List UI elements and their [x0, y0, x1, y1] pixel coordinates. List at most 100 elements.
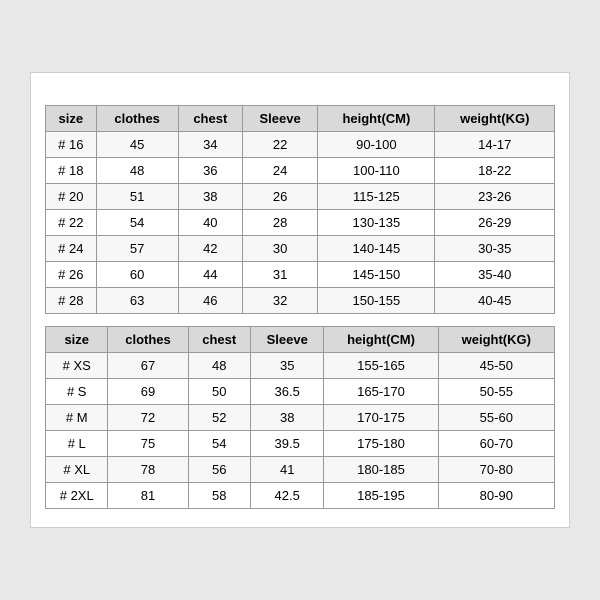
table-row: # XL785641180-18570-80: [46, 457, 555, 483]
table-cell: 54: [96, 210, 178, 236]
table1-col-header: clothes: [96, 106, 178, 132]
table-cell: 54: [188, 431, 250, 457]
table1-col-header: height(CM): [318, 106, 435, 132]
table-cell: 58: [188, 483, 250, 509]
table-cell: 55-60: [438, 405, 554, 431]
table-cell: 45-50: [438, 353, 554, 379]
table-cell: 170-175: [324, 405, 438, 431]
table-cell: 23-26: [435, 184, 555, 210]
table-cell: # 16: [46, 132, 97, 158]
table-cell: 100-110: [318, 158, 435, 184]
table2-col-header: size: [46, 327, 108, 353]
table-cell: 48: [188, 353, 250, 379]
table-cell: 48: [96, 158, 178, 184]
table-cell: 35: [250, 353, 323, 379]
table-row: # M725238170-17555-60: [46, 405, 555, 431]
table-cell: 36.5: [250, 379, 323, 405]
table1-header-row: sizeclotheschestSleeveheight(CM)weight(K…: [46, 106, 555, 132]
table-cell: 180-185: [324, 457, 438, 483]
table-cell: 32: [242, 288, 317, 314]
table-cell: 39.5: [250, 431, 323, 457]
table-cell: 41: [250, 457, 323, 483]
table-row: # 2XL815842.5185-19580-90: [46, 483, 555, 509]
table-cell: 50-55: [438, 379, 554, 405]
table2-col-header: height(CM): [324, 327, 438, 353]
table-cell: 78: [108, 457, 188, 483]
table-cell: 75: [108, 431, 188, 457]
table-row: # 28634632150-15540-45: [46, 288, 555, 314]
table-row: # 20513826115-12523-26: [46, 184, 555, 210]
table-cell: 26-29: [435, 210, 555, 236]
table-cell: 56: [188, 457, 250, 483]
table-cell: # 2XL: [46, 483, 108, 509]
table-cell: 44: [178, 262, 242, 288]
table-cell: 81: [108, 483, 188, 509]
table-cell: # 20: [46, 184, 97, 210]
table-cell: # L: [46, 431, 108, 457]
table2-col-header: weight(KG): [438, 327, 554, 353]
table-row: # 22544028130-13526-29: [46, 210, 555, 236]
table-row: # XS674835155-16545-50: [46, 353, 555, 379]
table1-body: # 1645342290-10014-17# 18483624100-11018…: [46, 132, 555, 314]
table-cell: 175-180: [324, 431, 438, 457]
table-cell: 14-17: [435, 132, 555, 158]
table-cell: 69: [108, 379, 188, 405]
table-cell: 42: [178, 236, 242, 262]
table-cell: 28: [242, 210, 317, 236]
table-cell: 24: [242, 158, 317, 184]
table-row: # L755439.5175-18060-70: [46, 431, 555, 457]
table-cell: # 28: [46, 288, 97, 314]
table-cell: 115-125: [318, 184, 435, 210]
table-cell: 34: [178, 132, 242, 158]
table2-header: sizeclotheschestSleeveheight(CM)weight(K…: [46, 327, 555, 353]
table-cell: 63: [96, 288, 178, 314]
table-cell: # 26: [46, 262, 97, 288]
table-cell: 40-45: [435, 288, 555, 314]
table2-col-header: chest: [188, 327, 250, 353]
table-cell: # 18: [46, 158, 97, 184]
table-cell: 51: [96, 184, 178, 210]
table-cell: 38: [250, 405, 323, 431]
table1-col-header: weight(KG): [435, 106, 555, 132]
table1-header: sizeclotheschestSleeveheight(CM)weight(K…: [46, 106, 555, 132]
table-cell: 45: [96, 132, 178, 158]
table-cell: 42.5: [250, 483, 323, 509]
table-cell: 30-35: [435, 236, 555, 262]
size-table-1: sizeclotheschestSleeveheight(CM)weight(K…: [45, 105, 555, 314]
table-cell: # XL: [46, 457, 108, 483]
table2-header-row: sizeclotheschestSleeveheight(CM)weight(K…: [46, 327, 555, 353]
table1-col-header: chest: [178, 106, 242, 132]
table-cell: # 22: [46, 210, 97, 236]
table2-col-header: Sleeve: [250, 327, 323, 353]
table-cell: 72: [108, 405, 188, 431]
table-cell: 145-150: [318, 262, 435, 288]
table-row: # 1645342290-10014-17: [46, 132, 555, 158]
table-cell: 50: [188, 379, 250, 405]
table-cell: 67: [108, 353, 188, 379]
table-cell: 60-70: [438, 431, 554, 457]
table-cell: 140-145: [318, 236, 435, 262]
table-cell: # S: [46, 379, 108, 405]
table-cell: 60: [96, 262, 178, 288]
table2-body: # XS674835155-16545-50# S695036.5165-170…: [46, 353, 555, 509]
table-cell: 130-135: [318, 210, 435, 236]
table-row: # 18483624100-11018-22: [46, 158, 555, 184]
table-cell: 57: [96, 236, 178, 262]
size-table-2: sizeclotheschestSleeveheight(CM)weight(K…: [45, 326, 555, 509]
table-cell: 52: [188, 405, 250, 431]
table-cell: # M: [46, 405, 108, 431]
table-cell: 22: [242, 132, 317, 158]
table-cell: 90-100: [318, 132, 435, 158]
table-cell: 35-40: [435, 262, 555, 288]
table-cell: 40: [178, 210, 242, 236]
size-chart-card: sizeclotheschestSleeveheight(CM)weight(K…: [30, 72, 570, 528]
table-cell: # XS: [46, 353, 108, 379]
table-cell: 155-165: [324, 353, 438, 379]
table-row: # S695036.5165-17050-55: [46, 379, 555, 405]
table-cell: 31: [242, 262, 317, 288]
table-cell: 30: [242, 236, 317, 262]
table2-col-header: clothes: [108, 327, 188, 353]
table-row: # 24574230140-14530-35: [46, 236, 555, 262]
table-cell: 18-22: [435, 158, 555, 184]
table-cell: 36: [178, 158, 242, 184]
